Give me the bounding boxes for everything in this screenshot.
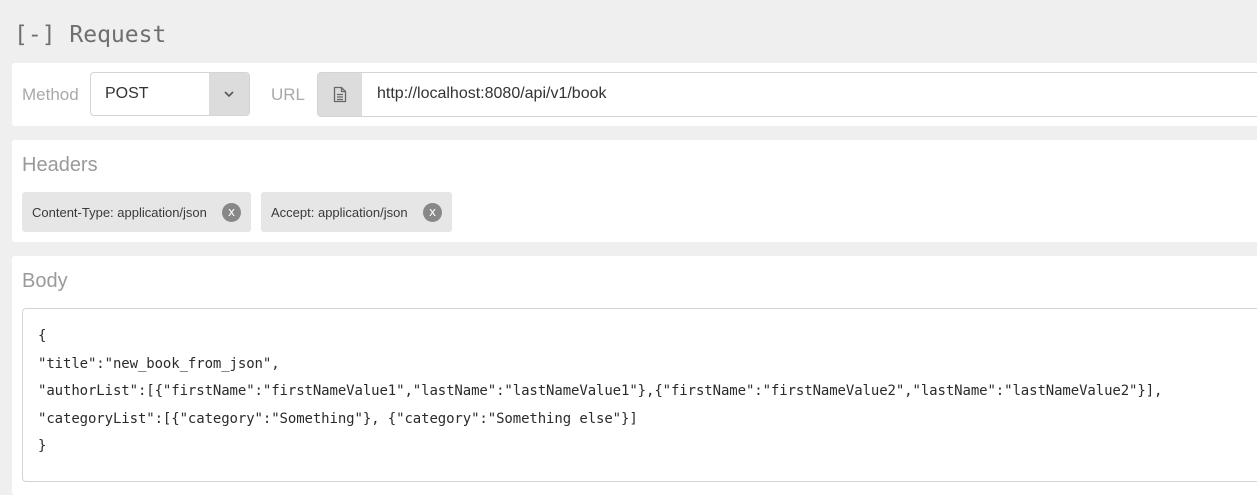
document-icon [318, 73, 362, 116]
headers-heading: Headers [22, 154, 98, 176]
chevron-down-icon[interactable] [209, 73, 249, 115]
header-chip-label: Content-Type: application/json [32, 204, 207, 220]
url-field[interactable]: http://localhost:8080/api/v1/book [317, 72, 1257, 117]
code-line: { [38, 328, 47, 344]
code-line: "authorList":[{"firstName":"firstNameVal… [38, 383, 1163, 399]
url-input[interactable]: http://localhost:8080/api/v1/book [377, 84, 607, 104]
body-panel: Body { "title":"new_book_from_json", "au… [12, 256, 1257, 495]
header-chip: Content-Type: application/json x [22, 192, 251, 232]
code-line: "categoryList":[{"category":"Something"}… [38, 410, 638, 427]
url-label: URL [271, 85, 306, 104]
request-section-toggle[interactable]: [-] Request [14, 20, 166, 50]
code-line: } [38, 438, 47, 454]
close-icon[interactable]: x [222, 202, 241, 222]
body-heading: Body [22, 270, 68, 292]
body-editor[interactable]: { "title":"new_book_from_json", "authorL… [22, 308, 1257, 482]
method-select[interactable]: POST [90, 72, 250, 116]
method-label: Method [22, 85, 79, 104]
method-url-panel: Method POST URL http://localhost:8080/ap… [12, 63, 1257, 126]
close-icon[interactable]: x [423, 202, 442, 222]
method-value: POST [105, 85, 149, 102]
header-chip-label: Accept: application/json [271, 204, 408, 220]
header-chip: Accept: application/json x [261, 192, 452, 232]
headers-panel: Headers Content-Type: application/json x… [12, 140, 1257, 242]
code-line: "title":"new_book_from_json", [38, 355, 280, 372]
